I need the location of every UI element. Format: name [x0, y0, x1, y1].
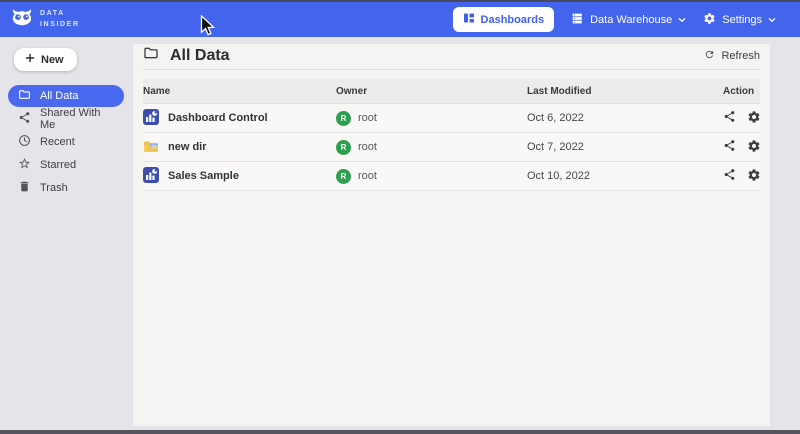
column-header-action: Action — [723, 86, 760, 97]
file-name: Dashboard Control — [168, 112, 268, 124]
owner-name: root — [358, 170, 377, 182]
brand-name: DATA INSIDER — [40, 9, 80, 30]
page-header: All Data Refresh — [143, 44, 760, 70]
chevron-down-icon — [678, 14, 686, 26]
refresh-button[interactable]: Refresh — [704, 49, 760, 63]
sidebar-item-label: Starred — [40, 159, 76, 171]
owner-avatar: R — [336, 111, 351, 126]
table-row[interactable]: Dashboard Control R root Oct 6, 2022 — [143, 104, 760, 133]
gear-icon — [747, 168, 761, 185]
table-header: Name Owner Last Modified Action — [143, 79, 760, 104]
owner-avatar: R — [336, 140, 351, 155]
file-name: new dir — [168, 141, 207, 153]
share-button[interactable] — [723, 110, 736, 126]
folder-icon — [18, 88, 31, 104]
plus-icon — [25, 53, 35, 66]
folder-file-icon — [143, 138, 159, 157]
clock-icon — [18, 134, 31, 150]
app-header: DATA INSIDER Dashboards — [0, 2, 800, 37]
sidebar-item-recent[interactable]: Recent — [8, 131, 124, 153]
share-icon — [18, 111, 31, 127]
brand-logo: DATA INSIDER — [11, 8, 80, 32]
main-panel: All Data Refresh Name Owner Last Modifie… — [133, 44, 770, 426]
table-row[interactable]: new dir R root Oct 7, 2022 — [143, 133, 760, 162]
new-button[interactable]: New — [14, 48, 77, 71]
sidebar-item-label: Trash — [40, 182, 68, 194]
refresh-icon — [704, 49, 715, 63]
sidebar-item-trash[interactable]: Trash — [8, 177, 124, 199]
sidebar-item-all-data[interactable]: All Data — [8, 85, 124, 107]
dashboard-file-icon — [143, 167, 159, 186]
sidebar-item-label: Recent — [40, 136, 75, 148]
share-icon — [723, 110, 736, 126]
chevron-down-icon — [768, 14, 776, 26]
sidebar-item-label: Shared With Me — [40, 107, 114, 131]
owl-logo-icon — [11, 8, 33, 32]
star-icon — [18, 157, 31, 173]
trash-icon — [18, 180, 31, 196]
settings-menu[interactable]: Settings — [703, 12, 776, 28]
settings-button[interactable] — [747, 168, 761, 185]
dashboards-button[interactable]: Dashboards — [453, 7, 555, 32]
app-window: DATA INSIDER Dashboards — [0, 0, 800, 434]
last-modified: Oct 7, 2022 — [527, 141, 723, 153]
page-title: All Data — [170, 47, 230, 65]
share-button[interactable] — [723, 168, 736, 184]
data-warehouse-menu[interactable]: Data Warehouse — [571, 12, 686, 28]
gear-icon — [747, 139, 761, 156]
column-header-name: Name — [143, 86, 336, 97]
window-bottom-edge — [0, 430, 800, 434]
last-modified: Oct 6, 2022 — [527, 112, 723, 124]
sidebar: New All Data Shared With Me — [0, 37, 133, 430]
gear-icon — [747, 110, 761, 127]
settings-button[interactable] — [747, 110, 761, 127]
column-header-owner: Owner — [336, 86, 527, 97]
dashboard-icon — [463, 12, 475, 27]
table-row[interactable]: Sales Sample R root Oct 10, 2022 — [143, 162, 760, 191]
share-icon — [723, 139, 736, 155]
gear-icon — [703, 12, 716, 28]
header-nav: Dashboards Data Warehouse — [453, 7, 776, 32]
sidebar-item-label: All Data — [40, 90, 79, 102]
owner-avatar: R — [336, 169, 351, 184]
owner-name: root — [358, 141, 377, 153]
share-button[interactable] — [723, 139, 736, 155]
share-icon — [723, 168, 736, 184]
folder-icon — [143, 45, 159, 66]
database-icon — [571, 12, 584, 28]
settings-button[interactable] — [747, 139, 761, 156]
sidebar-nav: All Data Shared With Me Recent — [8, 85, 124, 199]
dashboard-file-icon — [143, 109, 159, 128]
file-name: Sales Sample — [168, 170, 239, 182]
sidebar-item-shared-with-me[interactable]: Shared With Me — [8, 108, 124, 130]
column-header-last-modified: Last Modified — [527, 86, 723, 97]
last-modified: Oct 10, 2022 — [527, 170, 723, 182]
sidebar-item-starred[interactable]: Starred — [8, 154, 124, 176]
owner-name: root — [358, 112, 377, 124]
